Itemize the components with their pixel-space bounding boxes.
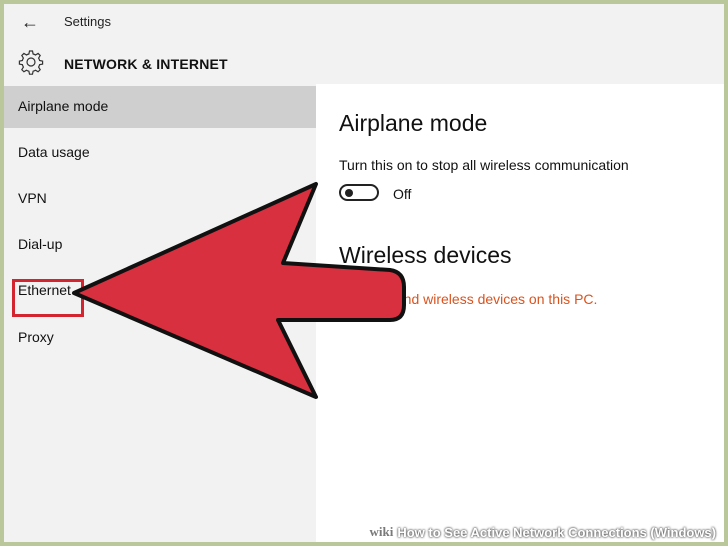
sidebar-item-proxy[interactable]: Proxy: [4, 317, 316, 359]
section-header: NETWORK & INTERNET: [4, 44, 724, 84]
airplane-mode-toggle[interactable]: [339, 184, 379, 201]
ethernet-highlight-box: [12, 279, 84, 317]
wireless-devices-heading: Wireless devices: [339, 242, 512, 268]
settings-window: ← Settings NETWORK & INTERNET Airplane m…: [4, 4, 724, 542]
window-title: Settings: [64, 14, 111, 29]
airplane-mode-heading: Airplane mode: [339, 110, 488, 136]
sidebar-item-label: Airplane mode: [18, 98, 109, 114]
back-button[interactable]: ←: [18, 10, 42, 34]
title-bar: ← Settings: [4, 4, 724, 40]
caption-text: How to See Active Network Connections (W…: [397, 524, 716, 540]
sidebar-item-label: Dial-up: [18, 236, 63, 252]
wireless-devices-message: We can't find wireless devices on this P…: [339, 291, 598, 307]
sidebar-item-airplane-mode[interactable]: Airplane mode: [4, 86, 316, 128]
sidebar-item-dial-up[interactable]: Dial-up: [4, 224, 316, 266]
toggle-knob: [345, 189, 353, 197]
caption-bar: wiki How to See Active Network Connectio…: [340, 522, 724, 542]
page-title: NETWORK & INTERNET: [64, 56, 228, 72]
content-pane: Airplane mode Turn this on to stop all w…: [316, 84, 724, 542]
gear-icon: [18, 50, 44, 75]
wiki-logo-text: wiki: [369, 524, 394, 539]
airplane-mode-description: Turn this on to stop all wireless commun…: [339, 157, 629, 173]
sidebar-item-label: Data usage: [18, 144, 90, 160]
toggle-state-label: Off: [393, 186, 412, 202]
sidebar-item-data-usage[interactable]: Data usage: [4, 132, 316, 174]
sidebar-item-label: Proxy: [18, 329, 54, 345]
arrow-left-icon: ←: [21, 11, 39, 32]
sidebar-item-label: VPN: [18, 190, 47, 206]
sidebar-item-vpn[interactable]: VPN: [4, 178, 316, 220]
